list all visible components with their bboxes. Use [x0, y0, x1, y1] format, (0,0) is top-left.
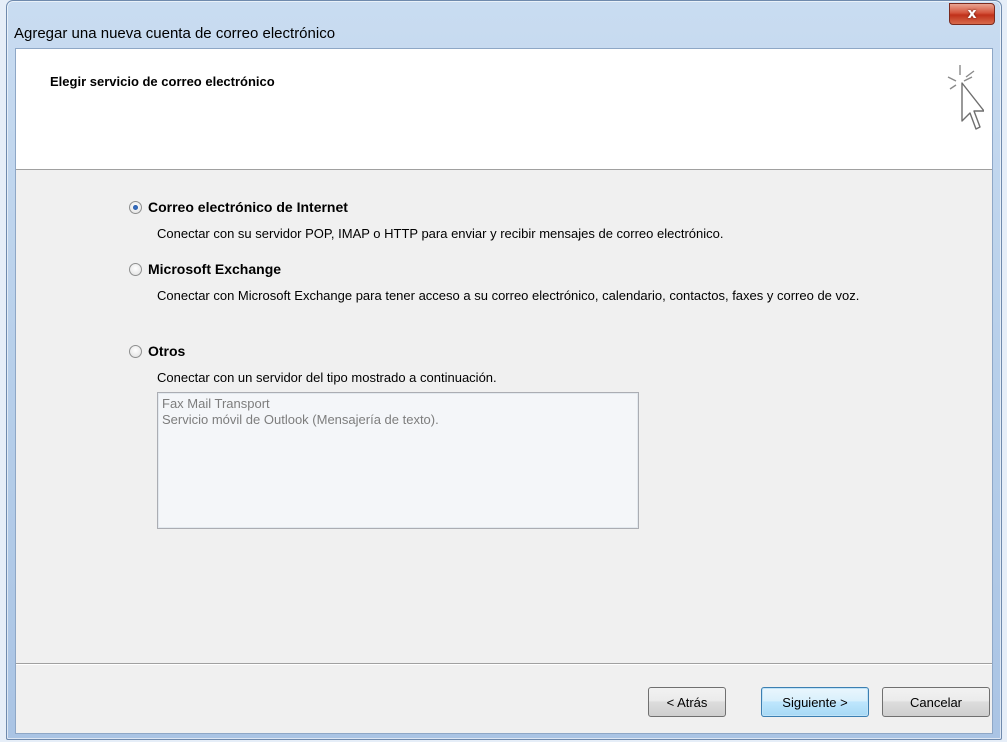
list-item[interactable]: Servicio móvil de Outlook (Mensajería de…: [162, 412, 634, 428]
option-microsoft-exchange[interactable]: Microsoft Exchange: [129, 261, 281, 277]
dialog-client-area: Elegir servicio de correo electrónico Co…: [15, 48, 993, 734]
wizard-header: Elegir servicio de correo electrónico: [16, 49, 992, 170]
dialog-window: Agregar una nueva cuenta de correo elect…: [6, 0, 1002, 740]
radio-microsoft-exchange[interactable]: [129, 262, 142, 276]
window-title: Agregar una nueva cuenta de correo elect…: [14, 25, 336, 42]
option-description: Conectar con un servidor del tipo mostra…: [157, 370, 497, 385]
radio-internet-email[interactable]: [129, 200, 142, 214]
option-description: Conectar con Microsoft Exchange para ten…: [157, 288, 860, 303]
back-button[interactable]: < Atrás: [648, 687, 726, 717]
next-button[interactable]: Siguiente >: [761, 687, 869, 717]
option-others[interactable]: Otros: [129, 343, 185, 359]
option-label[interactable]: Otros: [148, 343, 185, 359]
wizard-cursor-icon: [947, 65, 984, 130]
other-services-list[interactable]: Fax Mail Transport Servicio móvil de Out…: [157, 392, 639, 529]
close-icon: x: [967, 6, 977, 22]
option-label[interactable]: Correo electrónico de Internet: [148, 199, 348, 215]
page-title: Elegir servicio de correo electrónico: [50, 74, 275, 89]
close-button[interactable]: x: [949, 3, 995, 25]
option-internet-email[interactable]: Correo electrónico de Internet: [129, 199, 348, 215]
title-bar[interactable]: Agregar una nueva cuenta de correo elect…: [7, 1, 1001, 49]
cancel-button[interactable]: Cancelar: [882, 687, 990, 717]
option-description: Conectar con su servidor POP, IMAP o HTT…: [157, 226, 724, 241]
radio-others[interactable]: [129, 344, 142, 358]
option-label[interactable]: Microsoft Exchange: [148, 261, 281, 277]
list-item[interactable]: Fax Mail Transport: [162, 396, 634, 412]
footer-divider: [16, 663, 992, 665]
